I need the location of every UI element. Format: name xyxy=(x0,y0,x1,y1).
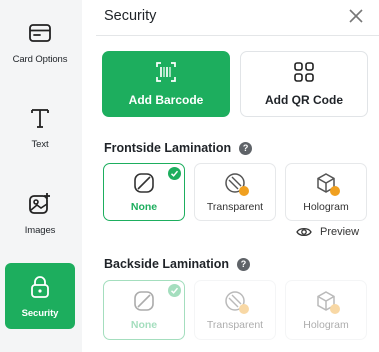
hologram-icon xyxy=(315,290,340,314)
add-barcode-label: Add Barcode xyxy=(128,93,204,107)
frontside-lamination-heading: Frontside Lamination ? xyxy=(104,141,253,155)
close-icon[interactable] xyxy=(347,7,365,25)
option-label: Transparent xyxy=(206,318,264,331)
frontside-option-hologram[interactable]: Hologram xyxy=(285,163,367,221)
premium-badge-icon xyxy=(330,303,340,314)
sidebar: Card Options Text Images Security xyxy=(0,0,82,352)
sidebar-item-label: Security xyxy=(21,307,59,319)
sidebar-item-label: Images xyxy=(24,224,56,236)
image-icon xyxy=(27,191,53,217)
divider xyxy=(96,35,379,36)
frontside-option-transparent[interactable]: Transparent xyxy=(194,163,276,221)
section-heading-text: Backside Lamination xyxy=(104,257,230,271)
lock-icon xyxy=(27,274,53,300)
option-label: Hologram xyxy=(303,318,349,331)
frontside-option-none[interactable]: None xyxy=(103,163,185,221)
hologram-icon xyxy=(315,172,340,196)
sidebar-item-text[interactable]: Text xyxy=(5,94,75,160)
card-icon xyxy=(27,20,53,46)
text-icon xyxy=(27,105,53,131)
option-label: None xyxy=(130,200,158,213)
backside-option-transparent[interactable]: Transparent xyxy=(194,280,276,340)
sidebar-item-label: Card Options xyxy=(12,53,68,65)
eye-icon xyxy=(296,227,312,237)
check-icon xyxy=(168,284,181,297)
barcode-icon xyxy=(155,61,177,83)
option-label: None xyxy=(130,318,158,331)
section-heading-text: Frontside Lamination xyxy=(104,141,232,155)
help-icon[interactable]: ? xyxy=(239,141,253,155)
sidebar-item-security[interactable]: Security xyxy=(5,263,75,329)
add-barcode-button[interactable]: Add Barcode xyxy=(102,51,230,117)
add-qr-code-label: Add QR Code xyxy=(265,93,343,107)
check-icon xyxy=(168,167,181,180)
no-symbol-icon xyxy=(133,172,155,194)
premium-badge-icon xyxy=(330,185,340,196)
add-qr-code-button[interactable]: Add QR Code xyxy=(240,51,368,117)
preview-label: Preview xyxy=(320,226,360,238)
panel-title: Security xyxy=(104,8,157,24)
security-panel: Security Add Barcode Add QR Code Frontsi… xyxy=(88,0,379,352)
option-label: Transparent xyxy=(206,200,264,213)
option-label: Hologram xyxy=(303,200,349,213)
qr-code-icon xyxy=(293,61,315,83)
sidebar-item-images[interactable]: Images xyxy=(5,180,75,246)
backside-option-none[interactable]: None xyxy=(103,280,185,340)
preview-button[interactable]: Preview xyxy=(296,226,359,238)
premium-badge-icon xyxy=(239,303,249,314)
no-symbol-icon xyxy=(133,290,155,312)
help-icon[interactable]: ? xyxy=(237,257,251,271)
premium-badge-icon xyxy=(239,185,249,196)
backside-option-hologram[interactable]: Hologram xyxy=(285,280,367,340)
transparent-icon xyxy=(224,290,249,314)
transparent-icon xyxy=(224,172,249,196)
sidebar-item-label: Text xyxy=(31,138,49,150)
sidebar-item-card-options[interactable]: Card Options xyxy=(5,9,75,75)
backside-lamination-heading: Backside Lamination ? xyxy=(104,257,251,271)
